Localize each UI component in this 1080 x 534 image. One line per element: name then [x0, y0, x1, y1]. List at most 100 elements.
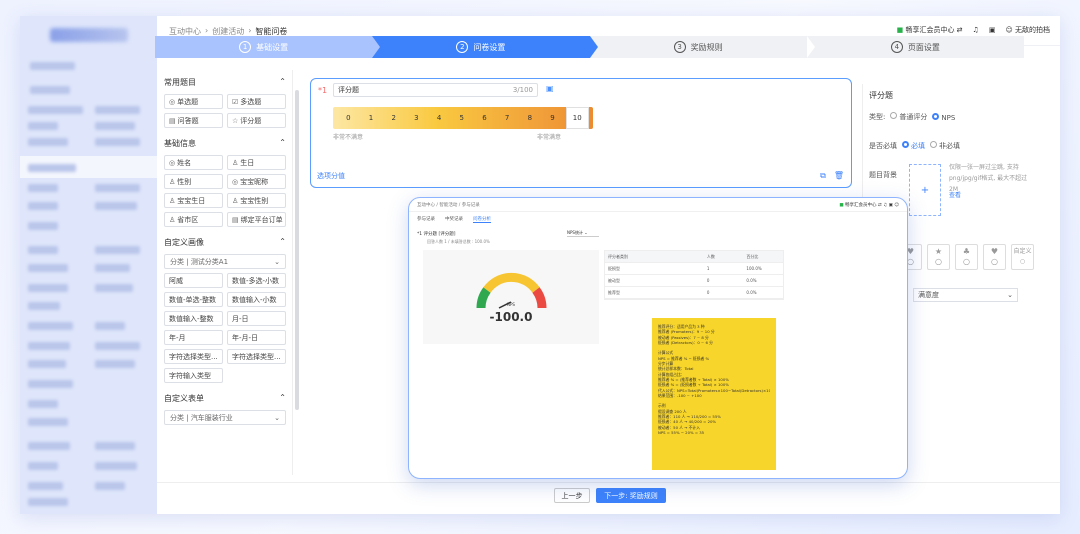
sidebar-item[interactable]	[95, 264, 130, 272]
sidebar-item[interactable]	[28, 284, 68, 292]
sidebar-item[interactable]	[30, 62, 75, 70]
sidebar-item[interactable]	[28, 498, 68, 506]
palette-rating[interactable]: ☆ 评分题	[227, 113, 286, 128]
prev-button[interactable]: 上一步	[554, 488, 590, 503]
sidebar-item[interactable]	[95, 138, 140, 146]
sidebar-item[interactable]	[28, 202, 58, 210]
sidebar-item[interactable]	[28, 418, 68, 426]
sidebar-item[interactable]	[28, 302, 60, 310]
required-yes[interactable]: 必填	[902, 141, 925, 151]
sidebar-item[interactable]	[95, 184, 140, 192]
palette-scrollbar[interactable]	[295, 90, 299, 410]
delete-icon[interactable]: 🗑	[834, 171, 844, 181]
palette-custom-item[interactable]: 字符选择类型...	[227, 349, 286, 364]
upload-view-link[interactable]: 查看	[949, 190, 961, 199]
sidebar-item[interactable]	[95, 122, 135, 130]
palette-gender[interactable]: ♙ 性别	[164, 174, 223, 189]
next-button[interactable]: 下一步: 奖励规则	[596, 488, 666, 503]
sidebar-item[interactable]	[28, 122, 58, 130]
satisfaction-select[interactable]: 满意度 ⌄	[913, 288, 1018, 302]
sidebar-item[interactable]	[28, 264, 68, 272]
icon-style-option[interactable]: ★ ○	[927, 244, 950, 270]
sidebar-item[interactable]	[28, 164, 76, 172]
upload-button[interactable]: +	[909, 164, 941, 216]
sidebar-item[interactable]	[28, 184, 58, 192]
tab-records[interactable]: 参与记录	[417, 216, 435, 223]
type-normal[interactable]: 普通评分	[890, 112, 927, 122]
palette-custom-item[interactable]: 月-日	[227, 311, 286, 326]
bell-icon[interactable]: ♫	[973, 26, 979, 34]
sidebar-item[interactable]	[95, 342, 140, 350]
sidebar-item[interactable]	[28, 380, 73, 388]
palette-bind-order[interactable]: ▤ 绑定平台订单	[227, 212, 286, 227]
palette-baby-nick[interactable]: ◎ 宝宝昵称	[227, 174, 286, 189]
scale-item[interactable]: 3	[405, 114, 428, 122]
image-icon[interactable]: ▣	[546, 84, 556, 94]
palette-custom-item[interactable]: 年-月	[164, 330, 223, 345]
sidebar-item[interactable]	[95, 442, 135, 450]
group-header[interactable]: 基础信息 ⌃	[164, 138, 286, 149]
sidebar-item[interactable]	[95, 284, 133, 292]
palette-multi-choice[interactable]: ☑ 多选题	[227, 94, 286, 109]
group-header[interactable]: 自定义表单 ⌃	[164, 393, 286, 404]
sidebar-item[interactable]	[95, 246, 140, 254]
palette-custom-item[interactable]: 字符输入类型	[164, 368, 223, 383]
palette-baby-gender[interactable]: ♙ 宝宝性别	[227, 193, 286, 208]
scale-item[interactable]: 7	[496, 114, 519, 122]
palette-custom-item[interactable]: 字符选择类型...	[164, 349, 223, 364]
sidebar-item[interactable]	[28, 246, 58, 254]
form-category-select[interactable]: 分类 | 汽车服装行业 ⌄	[164, 410, 286, 425]
scale-item[interactable]: 2	[382, 114, 405, 122]
sidebar-item[interactable]	[95, 482, 125, 490]
sidebar-item[interactable]	[28, 462, 58, 470]
palette-custom-item[interactable]: 数值-多选-小数	[227, 273, 286, 288]
icon-style-option[interactable]: ♣ ○	[955, 244, 978, 270]
sidebar-item[interactable]	[30, 86, 70, 94]
step-basic[interactable]: 1 基础设置	[155, 36, 381, 58]
category-select[interactable]: 分类 | 测试分类A1 ⌄	[164, 254, 286, 269]
palette-region[interactable]: ♙ 省市区	[164, 212, 223, 227]
sidebar-item[interactable]	[28, 360, 66, 368]
palette-qa[interactable]: ▤ 问答题	[164, 113, 223, 128]
sidebar-item[interactable]	[28, 138, 68, 146]
sidebar-item[interactable]	[28, 400, 58, 408]
scale-item[interactable]: 5	[450, 114, 473, 122]
option-score-link[interactable]: 选项分值	[317, 171, 345, 181]
sidebar-item[interactable]	[95, 106, 140, 114]
nps-select[interactable]: NPS统计 ⌄	[567, 230, 599, 237]
scale-item[interactable]: 9	[541, 114, 564, 122]
question-card[interactable]: *1 评分题 3/100 ▣ 0 1 2 3 4 5 6 7 8 9 10 非常不…	[310, 78, 852, 188]
group-header[interactable]: 常用题目 ⌃	[164, 77, 286, 88]
user-menu[interactable]: ☺ 无敌的拍档	[1005, 25, 1050, 35]
sidebar-item[interactable]	[95, 322, 125, 330]
palette-single-choice[interactable]: ◎ 单选题	[164, 94, 223, 109]
vip-link[interactable]: ■ 畅享汇会员中心 ⇄	[897, 25, 963, 35]
palette-baby-birthday[interactable]: ♙ 宝宝生日	[164, 193, 223, 208]
icon-style-option[interactable]: ♥ ○	[983, 244, 1006, 270]
step-page[interactable]: 4 页面设置	[806, 36, 1024, 58]
sidebar-item[interactable]	[95, 360, 135, 368]
type-nps[interactable]: NPS	[932, 112, 955, 122]
tab-winners[interactable]: 中奖记录	[445, 216, 463, 223]
sidebar-item[interactable]	[95, 462, 137, 470]
palette-custom-item[interactable]: 阿威	[164, 273, 223, 288]
sidebar-item[interactable]	[28, 482, 63, 490]
question-title-input[interactable]: 评分题 3/100	[333, 83, 538, 97]
scale-item[interactable]: 8	[519, 114, 542, 122]
scale-item[interactable]: 1	[360, 114, 383, 122]
palette-custom-item[interactable]: 数值输入-小数	[227, 292, 286, 307]
sidebar-item[interactable]	[28, 222, 58, 230]
sidebar-item[interactable]	[28, 322, 73, 330]
step-questionnaire[interactable]: 2 问卷设置	[372, 36, 598, 58]
palette-custom-item[interactable]: 数值-单选-整数	[164, 292, 223, 307]
step-reward[interactable]: 3 奖励规则	[589, 36, 815, 58]
scale-item[interactable]: 4	[428, 114, 451, 122]
palette-custom-item[interactable]: 数值输入-整数	[164, 311, 223, 326]
doc-icon[interactable]: ▣	[989, 26, 996, 34]
required-no[interactable]: 非必填	[930, 141, 960, 151]
sidebar-item[interactable]	[28, 342, 70, 350]
scale-item[interactable]: 6	[473, 114, 496, 122]
sidebar-item[interactable]	[28, 442, 70, 450]
tab-analysis[interactable]: 问卷分析	[473, 216, 491, 223]
palette-name[interactable]: ◎ 姓名	[164, 155, 223, 170]
